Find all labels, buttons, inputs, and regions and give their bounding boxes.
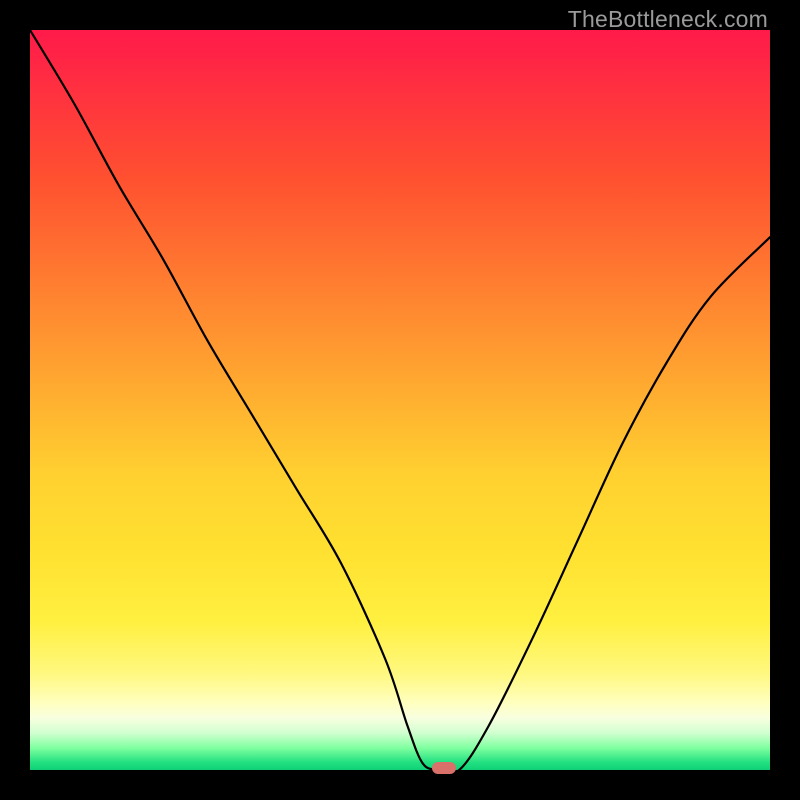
watermark-text: TheBottleneck.com: [568, 6, 768, 33]
bottleneck-curve: [30, 30, 770, 770]
optimal-point-marker: [432, 762, 456, 774]
plot-area: [30, 30, 770, 770]
chart-container: TheBottleneck.com: [0, 0, 800, 800]
